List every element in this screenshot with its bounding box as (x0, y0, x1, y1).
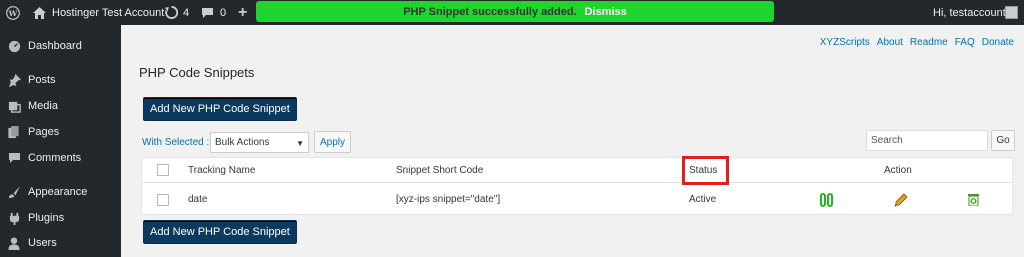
page-title: PHP Code Snippets (139, 65, 255, 80)
header-snippet-short-code: Snippet Short Code (396, 164, 484, 176)
pushpin-icon (7, 73, 21, 87)
row-short-code: [xyz-ips snippet="date"] (396, 194, 501, 205)
plug-icon (7, 211, 21, 225)
pages-icon (7, 125, 21, 139)
comment-bubble-icon (201, 7, 214, 19)
bulk-actions-select[interactable]: Bulk Actions ▼ (210, 132, 309, 153)
table-row: date [xyz-ips snippet="date"] Active (142, 184, 1012, 215)
sidebar-item-comments[interactable]: Comments (0, 147, 121, 169)
notice-text: PHP Snippet successfully added. (403, 5, 577, 18)
sidebar-item-label: Appearance (28, 186, 88, 198)
select-all-checkbox[interactable] (157, 164, 169, 176)
sidebar-item-label: Posts (28, 74, 56, 86)
admin-bar: W Hostinger Test Account 4 0 + PHP Snipp… (0, 0, 1024, 25)
sidebar-item-appearance[interactable]: Appearance (0, 181, 121, 203)
row-tracking-name: date (188, 194, 208, 205)
link-donate[interactable]: Donate (982, 37, 1014, 48)
dashboard-icon (7, 39, 21, 53)
sidebar-item-media[interactable]: Media (0, 95, 121, 117)
updates-icon (165, 6, 178, 19)
comments-link[interactable]: 0 (201, 0, 226, 25)
highlight-box (682, 156, 729, 185)
apply-button[interactable]: Apply (314, 131, 351, 153)
sidebar-item-label: Dashboard (28, 40, 82, 52)
search-input[interactable]: Search (866, 130, 988, 151)
row-checkbox[interactable] (157, 193, 169, 206)
add-new-snippet-button-top[interactable]: Add New PHP Code Snippet (143, 97, 297, 121)
wordpress-logo-icon[interactable]: W (6, 0, 20, 25)
snippets-table: Tracking Name Snippet Short Code Status … (141, 157, 1013, 215)
admin-sidebar: Dashboard Posts Media Pages Comments App… (0, 25, 121, 257)
updates-link[interactable]: 4 (165, 0, 189, 25)
avatar[interactable] (1005, 6, 1018, 19)
link-about[interactable]: About (877, 37, 903, 48)
link-xyzscripts[interactable]: XYZScripts (820, 37, 870, 48)
site-name: Hostinger Test Account (52, 6, 165, 19)
new-content-icon[interactable]: + (238, 0, 247, 25)
link-readme[interactable]: Readme (910, 37, 948, 48)
media-icon (7, 99, 21, 113)
go-button[interactable]: Go (991, 130, 1015, 151)
sidebar-item-label: Media (28, 100, 58, 112)
comments-count: 0 (220, 6, 227, 19)
user-icon (7, 236, 21, 250)
sidebar-item-pages[interactable]: Pages (0, 121, 121, 143)
sidebar-item-label: Comments (28, 152, 82, 164)
add-new-snippet-button-bottom[interactable]: Add New PHP Code Snippet (143, 220, 297, 244)
edit-pencil-icon[interactable] (894, 184, 908, 215)
dismiss-link[interactable]: Dismiss (585, 6, 627, 18)
plugin-links: XYZScripts About Readme FAQ Donate (820, 37, 1014, 48)
row-checkbox-cell (157, 184, 169, 215)
with-selected-label: With Selected : (142, 137, 210, 148)
header-action: Action (884, 164, 912, 176)
sidebar-item-label: Pages (28, 126, 60, 138)
sidebar-item-dashboard[interactable]: Dashboard (0, 35, 121, 57)
bulk-actions-value: Bulk Actions (215, 137, 270, 148)
sidebar-item-posts[interactable]: Posts (0, 69, 121, 91)
sidebar-item-label: Plugins (28, 212, 65, 224)
svg-text:W: W (8, 8, 18, 17)
updates-count: 4 (183, 6, 190, 19)
success-notice: PHP Snippet successfully added. Dismiss (256, 1, 774, 22)
main-content: XYZScripts About Readme FAQ Donate PHP C… (121, 25, 1024, 257)
site-name-link[interactable]: Hostinger Test Account (33, 0, 164, 25)
comment-icon (7, 151, 21, 165)
table-header: Tracking Name Snippet Short Code Status … (142, 158, 1012, 183)
header-tracking-name: Tracking Name (188, 164, 256, 176)
sidebar-item-label: Users (28, 237, 57, 249)
sidebar-item-plugins[interactable]: Plugins (0, 207, 121, 229)
account-greeting[interactable]: Hi, testaccount (933, 0, 1006, 25)
select-all-checkbox-cell (157, 158, 169, 182)
row-status: Active (689, 194, 717, 205)
paintbrush-icon (7, 185, 21, 199)
link-faq[interactable]: FAQ (955, 37, 975, 48)
home-icon (33, 6, 46, 19)
pause-icon[interactable] (820, 184, 833, 215)
delete-trash-icon[interactable] (968, 184, 979, 215)
dropdown-arrow-icon: ▼ (296, 139, 304, 148)
sidebar-item-users[interactable]: Users (0, 232, 121, 254)
